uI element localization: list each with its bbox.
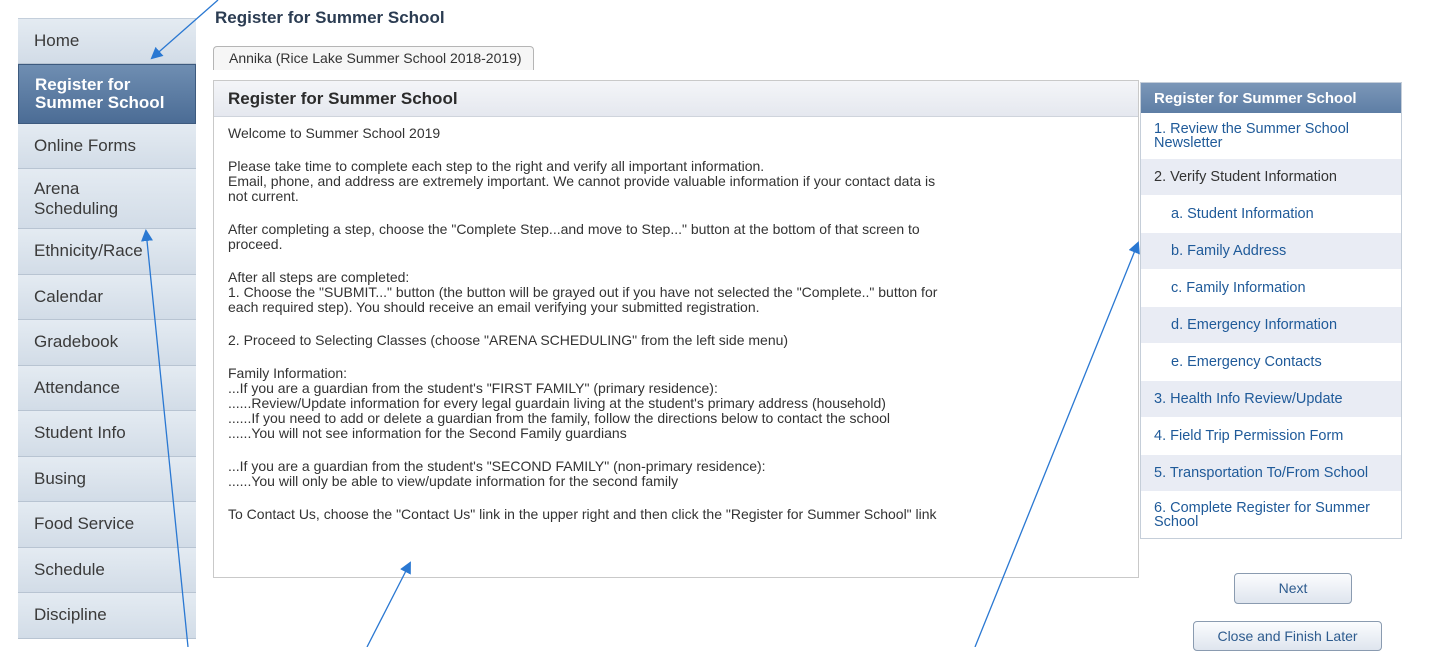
step-label: 6. Complete Register for Summer School (1154, 499, 1370, 530)
sidebar-item-food-service[interactable]: Food Service (18, 502, 196, 548)
step-label: d. Emergency Information (1171, 317, 1338, 333)
instructions-paragraph: Please take time to complete each step t… (228, 158, 936, 204)
second-family-paragraph: ...If you are a guardian from the studen… (228, 458, 766, 489)
step-field-trip-permission[interactable]: 4. Field Trip Permission Form (1141, 418, 1401, 455)
step-transportation[interactable]: 5. Transportation To/From School (1141, 455, 1401, 492)
step-emergency-contacts[interactable]: e. Emergency Contacts (1141, 344, 1401, 381)
sidebar-item-label: Schedule (34, 559, 105, 579)
step-label: 3. Health Info Review/Update (1154, 391, 1343, 407)
family-information-paragraph: Family Information: ...If you are a guar… (228, 365, 891, 441)
sidebar-item-arena-scheduling[interactable]: Arena Scheduling (18, 169, 196, 229)
step-family-address[interactable]: b. Family Address (1141, 233, 1401, 270)
panel-title: Register for Summer School (214, 81, 1138, 117)
contact-us-paragraph: To Contact Us, choose the "Contact Us" l… (228, 506, 937, 522)
sidebar-item-gradebook[interactable]: Gradebook (18, 320, 196, 366)
sidebar-item-register-summer-school[interactable]: Register for Summer School (18, 63, 196, 124)
sidebar-item-label: Home (34, 30, 80, 50)
step-emergency-information[interactable]: d. Emergency Information (1141, 307, 1401, 344)
tab-student-session[interactable]: Annika (Rice Lake Summer School 2018-201… (213, 46, 534, 70)
step-label: c. Family Information (1171, 280, 1306, 296)
sidebar-item-busing[interactable]: Busing (18, 456, 196, 502)
after-steps-paragraph: After all steps are completed: 1. Choose… (228, 269, 938, 315)
sidebar-item-label: Gradebook (34, 332, 119, 352)
step-complete-register[interactable]: 6. Complete Register for Summer School (1141, 492, 1401, 538)
steps-panel: Register for Summer School 1. Review the… (1140, 82, 1402, 539)
step-label: 4. Field Trip Permission Form (1154, 428, 1344, 444)
welcome-text: Welcome to Summer School 2019 (228, 125, 441, 141)
step-label: a. Student Information (1171, 206, 1314, 222)
sidebar-nav: Home Register for Summer School Online F… (18, 18, 196, 639)
sidebar-item-label: Food Service (34, 514, 135, 534)
sidebar-item-attendance[interactable]: Attendance (18, 365, 196, 411)
sidebar-item-label: Register for Summer School (35, 74, 165, 112)
step-verify-student-information[interactable]: 2. Verify Student Information (1141, 159, 1401, 196)
sidebar-item-online-forms[interactable]: Online Forms (18, 123, 196, 169)
sidebar-item-label: Arena Scheduling (34, 178, 119, 218)
sidebar-item-ethnicity-race[interactable]: Ethnicity/Race (18, 229, 196, 275)
sidebar-item-calendar[interactable]: Calendar (18, 274, 196, 320)
selecting-classes-paragraph: 2. Proceed to Selecting Classes (choose … (228, 332, 789, 348)
step-label: 5. Transportation To/From School (1154, 465, 1369, 481)
sidebar-item-label: Attendance (34, 377, 121, 397)
complete-step-paragraph: After completing a step, choose the "Com… (228, 221, 920, 252)
steps-panel-title: Register for Summer School (1141, 83, 1401, 113)
main-panel: Register for Summer School Welcome to Su… (213, 80, 1139, 578)
step-label: 2. Verify Student Information (1154, 169, 1337, 185)
step-label: b. Family Address (1171, 243, 1287, 259)
sidebar-item-label: Calendar (34, 286, 103, 306)
step-label: e. Emergency Contacts (1171, 354, 1322, 370)
sidebar-item-schedule[interactable]: Schedule (18, 547, 196, 593)
page-title: Register for Summer School (215, 8, 445, 27)
step-health-info[interactable]: 3. Health Info Review/Update (1141, 381, 1401, 418)
step-review-newsletter[interactable]: 1. Review the Summer School Newsletter (1141, 113, 1401, 159)
sidebar-item-label: Ethnicity/Race (34, 241, 143, 261)
step-family-information[interactable]: c. Family Information (1141, 270, 1401, 307)
next-button[interactable]: Next (1234, 573, 1352, 604)
sidebar-item-student-info[interactable]: Student Info (18, 411, 196, 457)
panel-body: Welcome to Summer School 2019 Please tak… (214, 117, 1138, 522)
sidebar-item-label: Online Forms (34, 135, 137, 155)
sidebar-item-label: Busing (34, 468, 86, 488)
sidebar-item-label: Student Info (34, 423, 126, 443)
step-label: 1. Review the Summer School Newsletter (1154, 120, 1350, 151)
sidebar-item-discipline[interactable]: Discipline (18, 593, 196, 639)
step-student-information[interactable]: a. Student Information (1141, 196, 1401, 233)
sidebar-item-home[interactable]: Home (18, 18, 196, 64)
sidebar-item-label: Discipline (34, 605, 107, 625)
